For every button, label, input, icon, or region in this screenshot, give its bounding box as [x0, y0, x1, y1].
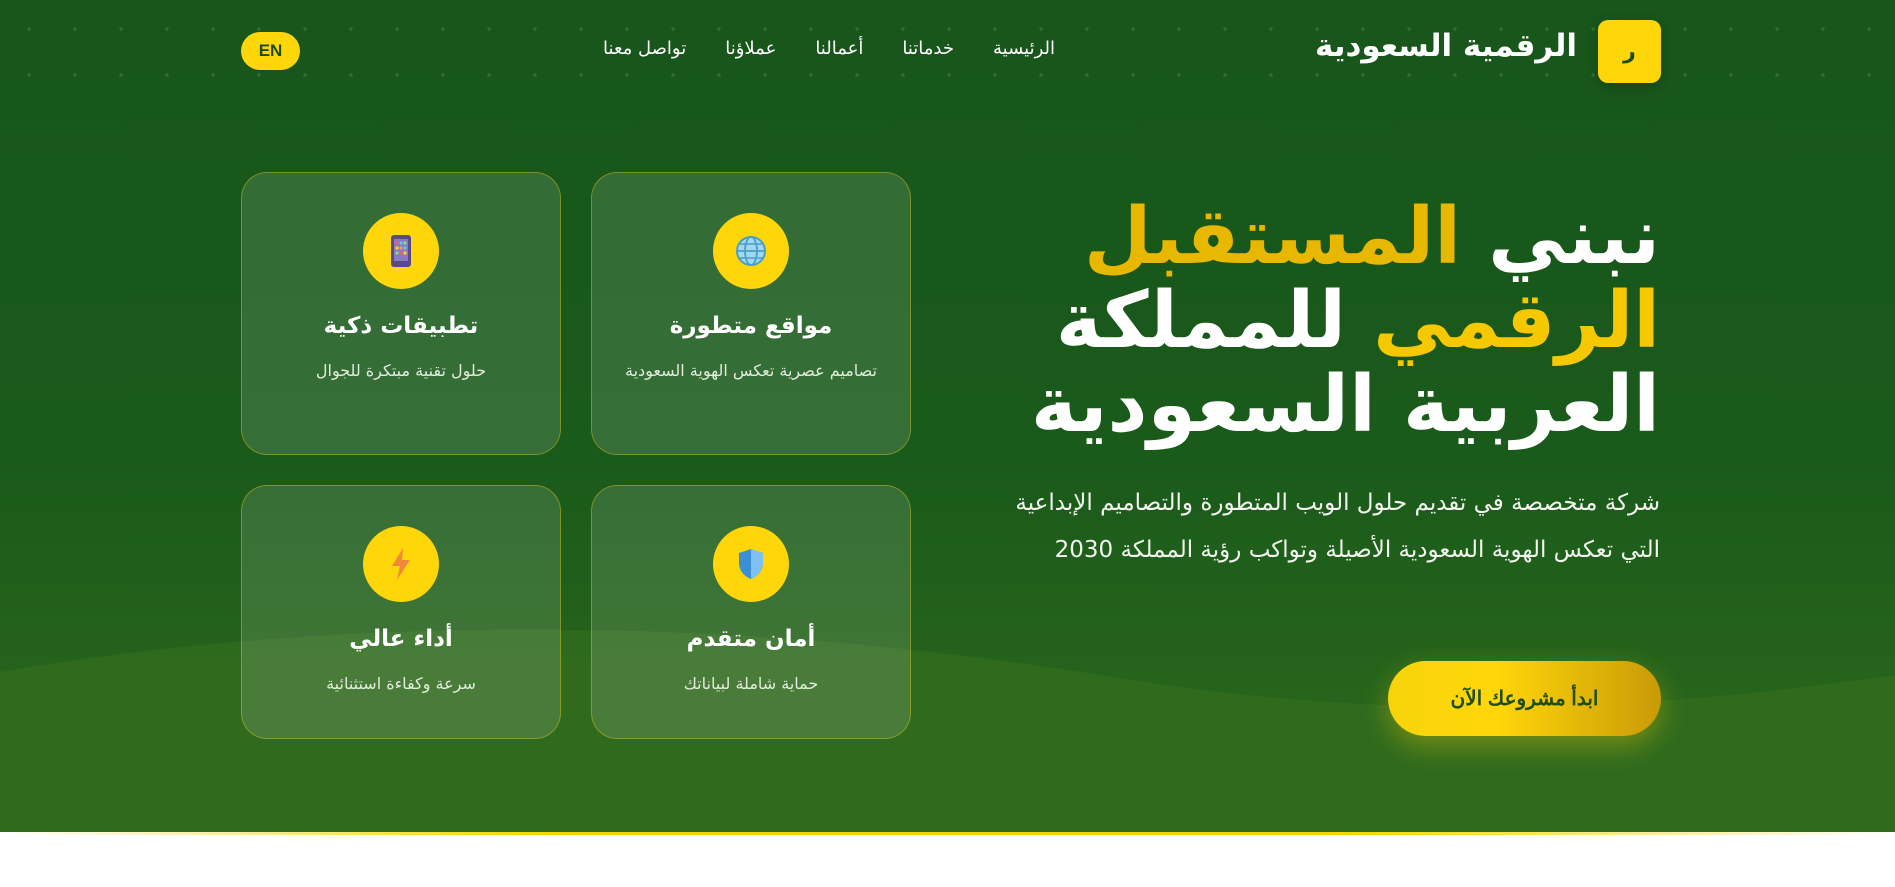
headline-highlight-1: المستقبل [1083, 192, 1461, 282]
nav-item-home[interactable]: الرئيسية [993, 38, 1055, 64]
hero-headline: نبني المستقبل الرقمي للمملكة العربية الس… [960, 195, 1660, 447]
section-divider [0, 832, 1895, 835]
nav-item-contact[interactable]: تواصل معنا [603, 38, 686, 64]
feature-subtitle: حماية شاملة لبياناتك [683, 674, 819, 693]
main-nav: الرئيسية خدماتنا أعمالنا عملاؤنا تواصل م… [603, 38, 1055, 64]
headline-part-4: للمملكة [1055, 276, 1374, 366]
headline-highlight-2: الرقمي [1373, 276, 1660, 366]
shield-icon [713, 526, 789, 602]
mobile-phone-icon [363, 213, 439, 289]
globe-icon [713, 213, 789, 289]
start-project-button[interactable]: ابدأ مشروعك الآن [1388, 661, 1661, 736]
brand-logo[interactable]: ر [1598, 20, 1661, 83]
headline-part-1: نبني [1460, 192, 1660, 282]
feature-title: تطبيقات ذكية [323, 313, 479, 339]
lightning-icon [363, 526, 439, 602]
feature-card-apps[interactable]: تطبيقات ذكية حلول تقنية مبتكرة للجوال [241, 172, 561, 455]
brand-name[interactable]: الرقمية السعودية [1315, 28, 1577, 64]
nav-item-portfolio[interactable]: أعمالنا [815, 38, 863, 64]
feature-subtitle: سرعة وكفاءة استثنائية [326, 674, 476, 693]
feature-title: مواقع متطورة [669, 313, 833, 339]
feature-subtitle: حلول تقنية مبتكرة للجوال [315, 361, 487, 380]
feature-subtitle: تصاميم عصرية تعكس الهوية السعودية [624, 361, 877, 380]
hero-description: شركة متخصصة في تقديم حلول الويب المتطورة… [1015, 490, 1660, 563]
feature-card-websites[interactable]: مواقع متطورة تصاميم عصرية تعكس الهوية ال… [591, 172, 911, 455]
feature-card-performance[interactable]: أداء عالي سرعة وكفاءة استثنائية [241, 485, 561, 739]
hero-section: EN الرئيسية خدماتنا أعمالنا عملاؤنا تواص… [0, 0, 1895, 832]
headline-part-5: العربية السعودية [1030, 360, 1660, 450]
feature-title: أمان متقدم [686, 626, 816, 652]
feature-title: أداء عالي [349, 626, 453, 652]
nav-item-clients[interactable]: عملاؤنا [725, 38, 776, 64]
nav-item-services[interactable]: خدماتنا [902, 38, 954, 64]
feature-card-security[interactable]: أمان متقدم حماية شاملة لبياناتك [591, 485, 911, 739]
language-toggle-button[interactable]: EN [241, 32, 300, 70]
